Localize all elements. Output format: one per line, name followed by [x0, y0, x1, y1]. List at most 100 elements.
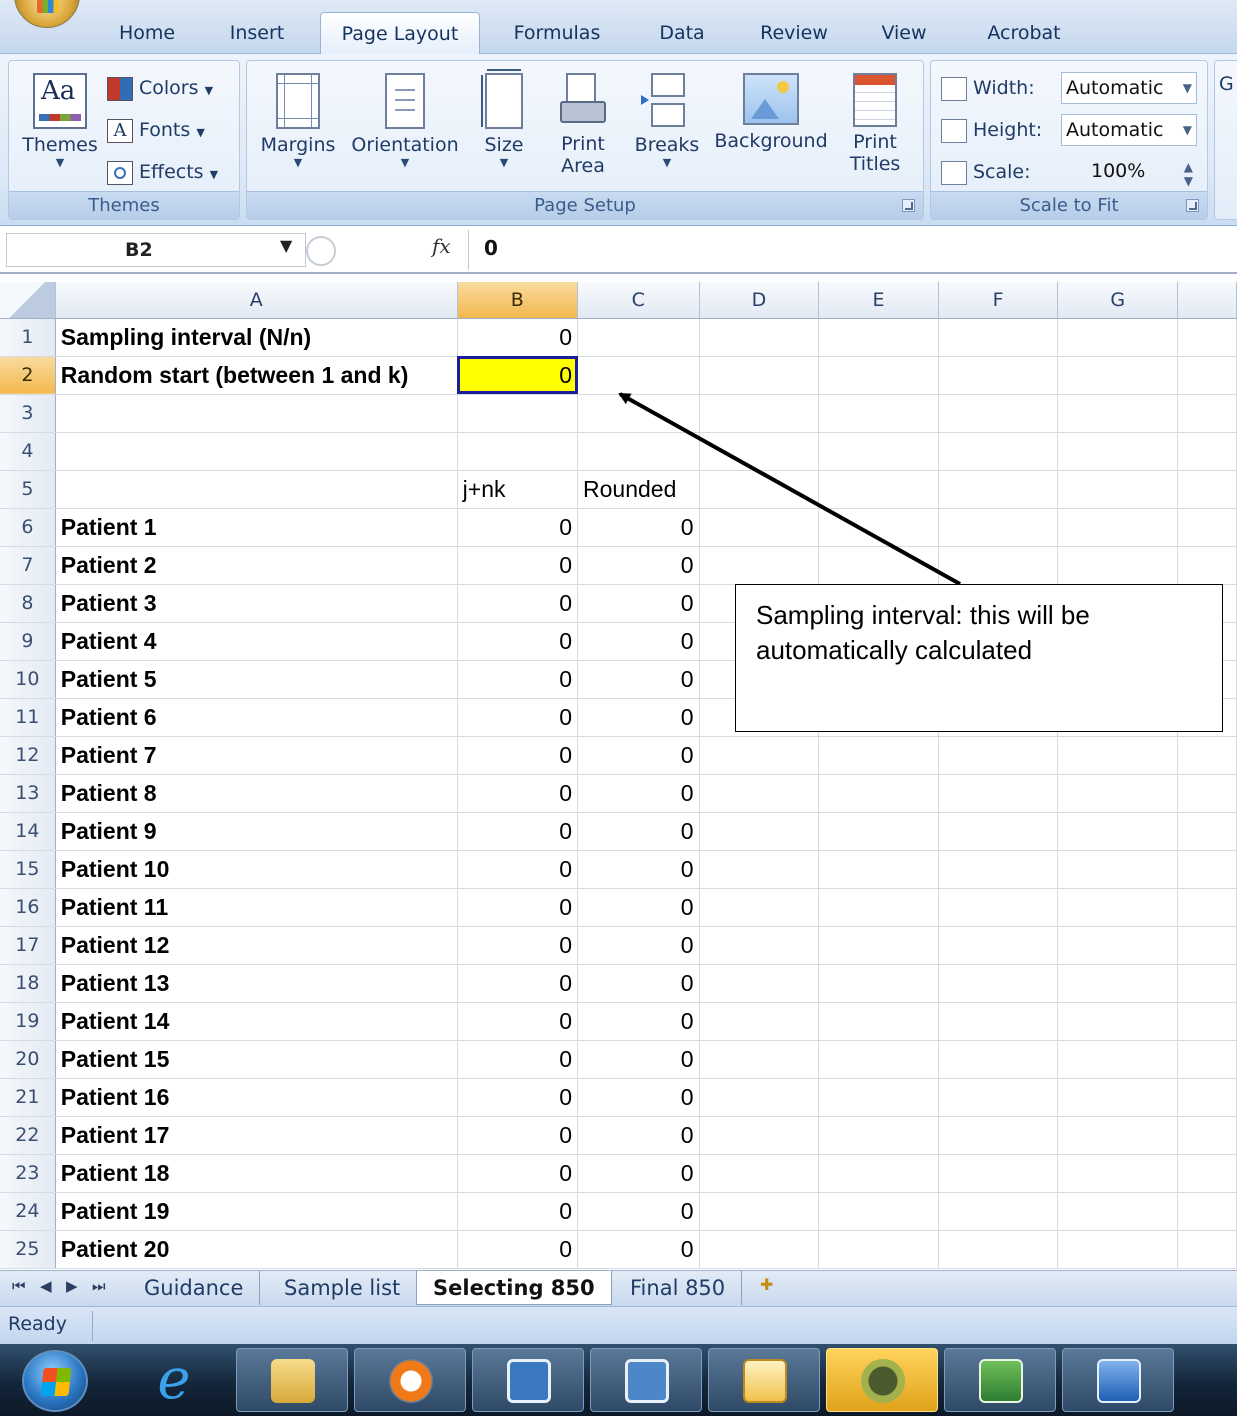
- width-select[interactable]: Automatic ▼: [1061, 72, 1197, 104]
- tab-page-layout[interactable]: Page Layout: [320, 12, 480, 55]
- row-header[interactable]: 12: [0, 736, 56, 775]
- sync-app-icon[interactable]: [472, 1348, 584, 1412]
- cell-b[interactable]: 0: [457, 584, 579, 623]
- active-cell-b2[interactable]: 0: [457, 356, 579, 395]
- cell-a[interactable]: Patient 8: [55, 774, 458, 813]
- cell-e[interactable]: [818, 394, 939, 433]
- cell-h[interactable]: [1177, 736, 1237, 775]
- cell-g[interactable]: [1057, 812, 1179, 851]
- cell-h[interactable]: [1177, 318, 1237, 357]
- cell-h[interactable]: [1177, 470, 1237, 509]
- cell-e[interactable]: [818, 850, 939, 889]
- column-header-b[interactable]: B: [457, 282, 579, 319]
- row-header[interactable]: 15: [0, 850, 56, 889]
- cell-d[interactable]: [699, 508, 820, 547]
- cell-f[interactable]: [938, 926, 1059, 965]
- cell-e[interactable]: [818, 1116, 939, 1155]
- cell-a[interactable]: Patient 11: [55, 888, 458, 927]
- row-header[interactable]: 11: [0, 698, 56, 737]
- cell-f[interactable]: [938, 432, 1059, 471]
- cell-c[interactable]: 0: [577, 508, 700, 547]
- cell-g[interactable]: [1057, 888, 1179, 927]
- row-header[interactable]: 25: [0, 1230, 56, 1269]
- cell-b[interactable]: 0: [457, 318, 579, 357]
- cell-c[interactable]: 0: [577, 1002, 700, 1041]
- cell-d[interactable]: [699, 394, 820, 433]
- cell-h[interactable]: [1177, 1002, 1237, 1041]
- security-app-icon[interactable]: [826, 1348, 938, 1412]
- cell-c[interactable]: 0: [577, 584, 700, 623]
- cell-a[interactable]: Patient 9: [55, 812, 458, 851]
- cell-e[interactable]: [818, 1040, 939, 1079]
- cell-f[interactable]: [938, 394, 1059, 433]
- cell-b[interactable]: 0: [457, 888, 579, 927]
- cell-d[interactable]: [699, 888, 820, 927]
- cell-e[interactable]: [818, 926, 939, 965]
- excel-icon[interactable]: [944, 1348, 1056, 1412]
- cell-b[interactable]: 0: [457, 1040, 579, 1079]
- first-sheet-icon[interactable]: ⏮: [12, 1277, 26, 1295]
- select-all-button[interactable]: [0, 282, 56, 319]
- cell-g[interactable]: [1057, 926, 1179, 965]
- cell-f[interactable]: [938, 1078, 1059, 1117]
- cell-a[interactable]: Patient 13: [55, 964, 458, 1003]
- row-header[interactable]: 23: [0, 1154, 56, 1193]
- cell-h[interactable]: [1177, 1230, 1237, 1269]
- name-box[interactable]: B2: [6, 233, 306, 267]
- cell-a[interactable]: Patient 20: [55, 1230, 458, 1269]
- cell-f[interactable]: [938, 356, 1059, 395]
- tab-view[interactable]: View: [866, 12, 942, 54]
- print-titles-button[interactable]: Print Titles: [837, 73, 913, 175]
- cell-b[interactable]: 0: [457, 698, 579, 737]
- cell-d[interactable]: [699, 926, 820, 965]
- cell-b[interactable]: 0: [457, 1192, 579, 1231]
- cell-c[interactable]: [577, 432, 700, 471]
- cell-e[interactable]: [818, 774, 939, 813]
- cell-c[interactable]: 0: [577, 812, 700, 851]
- row-header[interactable]: 1: [0, 318, 56, 357]
- cell-a[interactable]: Patient 16: [55, 1078, 458, 1117]
- formula-input[interactable]: 0: [484, 236, 498, 260]
- column-header-d[interactable]: D: [699, 282, 820, 319]
- fonts-button[interactable]: A Fonts ▼: [107, 113, 205, 147]
- remote-app-icon[interactable]: [590, 1348, 702, 1412]
- row-header[interactable]: 18: [0, 964, 56, 1003]
- cell-a[interactable]: Patient 2: [55, 546, 458, 585]
- row-header[interactable]: 16: [0, 888, 56, 927]
- tab-review[interactable]: Review: [746, 12, 842, 54]
- column-header-f[interactable]: F: [938, 282, 1059, 319]
- cell-e[interactable]: [818, 1002, 939, 1041]
- cell-h[interactable]: [1177, 812, 1237, 851]
- cell-b[interactable]: 0: [457, 736, 579, 775]
- cell-e[interactable]: [818, 1192, 939, 1231]
- internet-explorer-icon[interactable]: e: [118, 1348, 230, 1412]
- tab-acrobat[interactable]: Acrobat: [970, 12, 1078, 54]
- cell-d[interactable]: [699, 470, 820, 509]
- cell-c[interactable]: 0: [577, 1116, 700, 1155]
- tab-home[interactable]: Home: [104, 12, 190, 54]
- cell-d[interactable]: [699, 1230, 820, 1269]
- row-header[interactable]: 13: [0, 774, 56, 813]
- outlook-icon[interactable]: [708, 1348, 820, 1412]
- cell-a[interactable]: Patient 6: [55, 698, 458, 737]
- cell-d[interactable]: [699, 1192, 820, 1231]
- row-header[interactable]: 4: [0, 432, 56, 471]
- colors-button[interactable]: Colors ▼: [107, 71, 213, 105]
- cell-g[interactable]: [1057, 1078, 1179, 1117]
- sheet-tab-selecting-850[interactable]: Selecting 850: [416, 1271, 612, 1305]
- cell-a[interactable]: Patient 1: [55, 508, 458, 547]
- row-header[interactable]: 2: [0, 356, 56, 395]
- spinner-arrows-icon[interactable]: ▲ ▼: [1184, 160, 1193, 188]
- cell-f[interactable]: [938, 1002, 1059, 1041]
- cell-d[interactable]: [699, 774, 820, 813]
- cell-g[interactable]: [1057, 850, 1179, 889]
- cell-b[interactable]: j+nk: [457, 470, 579, 509]
- cell-a[interactable]: Patient 5: [55, 660, 458, 699]
- cell-a[interactable]: Patient 17: [55, 1116, 458, 1155]
- cell-b[interactable]: 0: [457, 926, 579, 965]
- column-header-e[interactable]: E: [818, 282, 939, 319]
- row-header[interactable]: 5: [0, 470, 56, 509]
- cell-g[interactable]: [1057, 394, 1179, 433]
- cell-f[interactable]: [938, 850, 1059, 889]
- cell-f[interactable]: [938, 812, 1059, 851]
